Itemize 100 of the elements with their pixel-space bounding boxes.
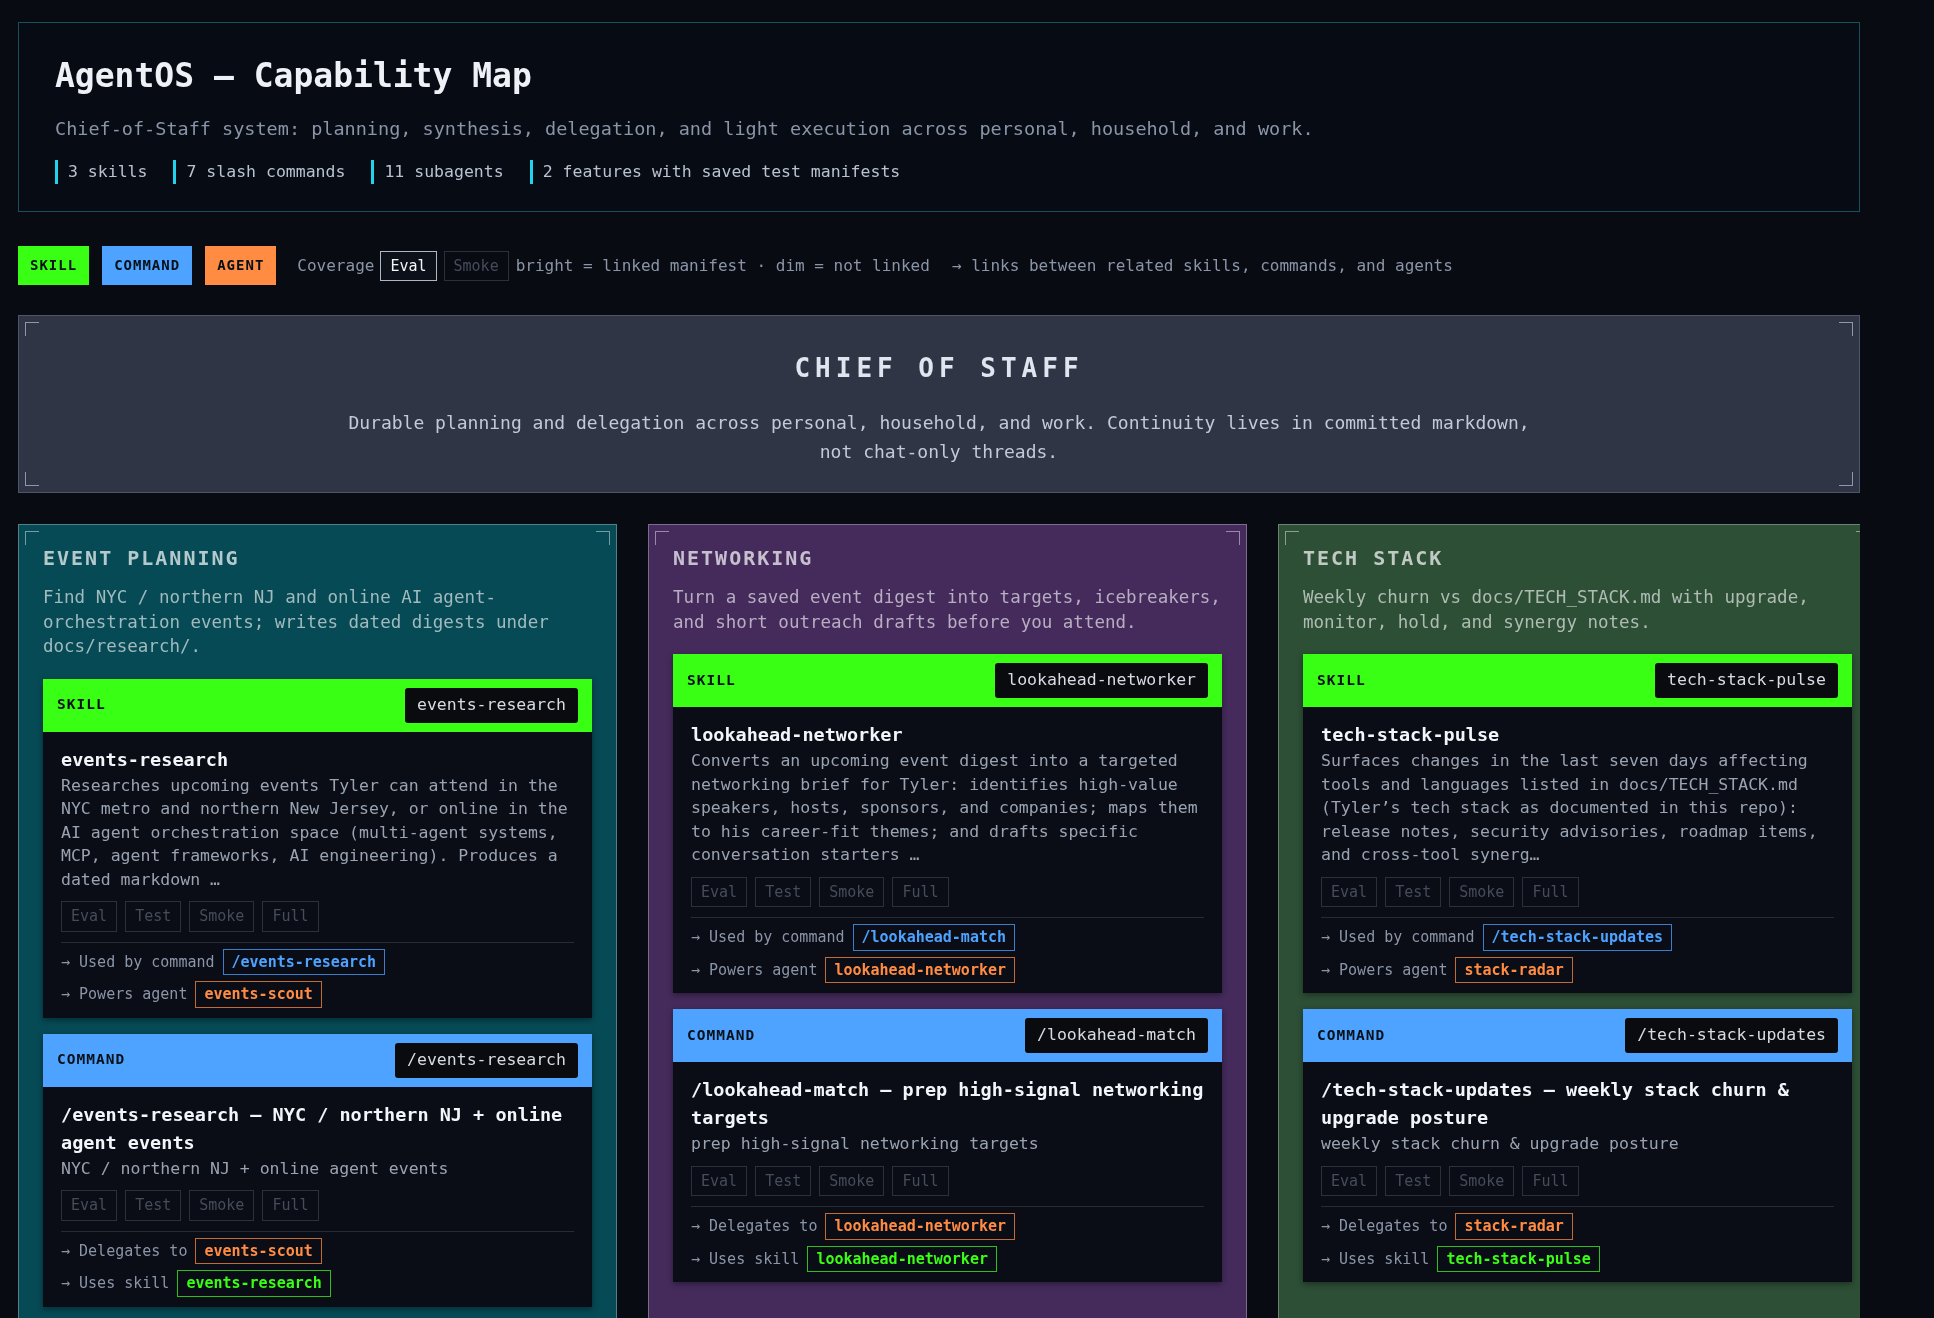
kind-label: SKILL (687, 670, 736, 690)
card-description: weekly stack churn & upgrade posture (1321, 1133, 1680, 1156)
coverage-chip: Test (1385, 876, 1442, 908)
card-title: /lookahead-match — prep high-signal networking targets (691, 1078, 1204, 1131)
coverage-chip: Eval (1321, 876, 1378, 908)
kind-label: COMMAND (1317, 1025, 1386, 1045)
kind-label: COMMAND (57, 1050, 126, 1070)
corner-bracket (25, 472, 39, 487)
link-chip[interactable]: events-research (177, 1270, 331, 1297)
link-chip[interactable]: lookahead-networker (825, 1213, 1016, 1240)
corner-bracket (1285, 531, 1299, 546)
corner-bracket (596, 531, 610, 546)
kind-label: SKILL (57, 695, 106, 715)
column-description: Turn a saved event digest into targets, icebreakers, and short outreach drafts before you attend. (673, 586, 1222, 634)
coverage-chip: Test (125, 1190, 182, 1221)
kind-legend-chip: SKILL (18, 246, 90, 286)
card-description: Researches upcoming events Tyler can attend in the NYC metro and northern New Jersey, or online in the AI agent orchestration space (multi-agent systems, MCP, agent frameworks, AI engineering). Produces a dated markdown … (61, 774, 569, 891)
coverage-chip: Full (892, 1165, 949, 1197)
link-chip[interactable]: stack-radar (1455, 956, 1573, 984)
column-title: NETWORKING (673, 545, 815, 572)
link-label: → Used by command (1321, 927, 1475, 949)
kind-legend-chip: COMMAND (102, 246, 193, 286)
coverage-chip: Full (262, 901, 319, 932)
link-label: → Uses skill (691, 1248, 800, 1270)
link-chip[interactable]: lookahead-networker (825, 956, 1016, 984)
name-tag: events-research (405, 687, 578, 723)
coverage-chip: Smoke (819, 1165, 885, 1197)
link-label: → Uses skill (1321, 1248, 1430, 1270)
column-description: Find NYC / northern NJ and online AI agent-orchestration events; writes dated digests under docs/research/. (43, 586, 550, 659)
coverage-chip: Test (755, 1165, 812, 1197)
name-tag: tech-stack-pulse (1655, 663, 1838, 699)
link-label: → Powers agent (1321, 959, 1448, 981)
coverage-chip: Full (1522, 1165, 1579, 1197)
stat-label: 3 skills (55, 160, 148, 185)
coverage-chip: Test (125, 901, 182, 932)
coverage-chip: Smoke (443, 250, 509, 281)
link-label: → Delegates to (691, 1216, 818, 1238)
coverage-chip: Smoke (819, 876, 885, 908)
coverage-chip: Test (1385, 1165, 1442, 1197)
corner-bracket (25, 531, 39, 546)
stat-label: 11 subagents (371, 160, 504, 185)
coverage-label: Coverage (297, 254, 375, 277)
card-title: lookahead-networker (691, 723, 904, 748)
name-tag: /lookahead-match (1025, 1018, 1208, 1054)
page-subtitle: Chief-of-Staff system: planning, synthesis, delegation, and light execution across personal, household, and work. (55, 116, 1315, 141)
coverage-chip: Smoke (189, 1190, 255, 1221)
link-chip[interactable]: events-scout (195, 1237, 322, 1265)
coverage-chip: Test (755, 876, 812, 908)
name-tag: lookahead-networker (995, 663, 1208, 699)
link-label: → Delegates to (61, 1240, 188, 1262)
corner-bracket (655, 531, 669, 546)
kind-label: COMMAND (687, 1025, 756, 1045)
column-description: Weekly churn vs docs/TECH_STACK.md with upgrade, monitor, hold, and synergy notes. (1303, 586, 1810, 634)
hero-title: CHIEF OF STAFF (793, 352, 1085, 386)
corner-bracket (1839, 472, 1853, 487)
column-title: TECH STACK (1303, 545, 1445, 572)
link-label: → Used by command (691, 927, 845, 949)
link-chip[interactable]: tech-stack-pulse (1437, 1245, 1600, 1273)
coverage-chip: Full (1522, 876, 1579, 908)
hero-text: Durable planning and delegation across personal, household, and work. Continuity lives in committed markdown, not chat-only threads. (347, 411, 1531, 465)
stat-label: 7 slash commands (173, 160, 346, 185)
card-title: tech-stack-pulse (1321, 723, 1501, 748)
coverage-chip: Eval (691, 1165, 748, 1197)
name-tag: /tech-stack-updates (1625, 1018, 1838, 1054)
link-chip[interactable]: /lookahead-match (852, 924, 1016, 951)
coverage-chip: Eval (1321, 1165, 1378, 1197)
name-tag: /events-research (395, 1042, 578, 1078)
link-label: → Used by command (61, 951, 215, 973)
link-label: → Uses skill (61, 1273, 170, 1295)
links-note: → links between related skills, commands, and agents (951, 254, 1453, 277)
coverage-chip: Full (262, 1190, 319, 1221)
card-description: Converts an upcoming event digest into a targeted networking brief for Tyler: identifies high-value speakers, hosts, sponsors, and companies; maps them to his career-fit themes; and drafts specific conversation starters … (691, 750, 1199, 867)
link-chip[interactable]: events-scout (195, 981, 322, 1008)
link-chip[interactable]: /tech-stack-updates (1482, 924, 1673, 951)
link-chip[interactable]: lookahead-networker (807, 1245, 997, 1273)
coverage-chip: Full (892, 876, 949, 908)
page-title: AgentOS — Capability Map (55, 55, 533, 97)
link-label: → Powers agent (691, 959, 818, 981)
column-title: EVENT PLANNING (43, 545, 241, 572)
link-chip[interactable]: /events-research (222, 948, 386, 976)
link-chip[interactable]: stack-radar (1455, 1213, 1573, 1240)
coverage-chip: Smoke (1449, 1165, 1515, 1197)
card-description: NYC / northern NJ + online agent events (61, 1157, 450, 1180)
corner-bracket (1839, 322, 1853, 337)
card-title: events-research (61, 747, 230, 772)
card-title: /events-research — NYC / northern NJ + online agent events (61, 1102, 564, 1155)
corner-bracket (1226, 531, 1240, 546)
kind-legend-chip: AGENT (205, 246, 277, 286)
coverage-chip: Eval (380, 250, 437, 281)
corner-bracket (25, 322, 39, 337)
coverage-chip: Eval (61, 901, 118, 932)
stat-label: 2 features with saved test manifests (529, 160, 901, 185)
card-description: Surfaces changes in the last seven days affecting tools and languages listed in docs/TECH_STACK.md (Tyler’s tech stack as documented in this repo): release notes, security advisories, roadmap items, and cross-tool synerg… (1321, 750, 1819, 867)
link-label: → Delegates to (1321, 1216, 1448, 1238)
kind-label: SKILL (1317, 670, 1366, 690)
coverage-note: bright = linked manifest · dim = not linked (515, 254, 930, 277)
coverage-chip: Smoke (1449, 876, 1515, 908)
card-description: prep high-signal networking targets (691, 1133, 1040, 1156)
link-label: → Powers agent (61, 984, 188, 1006)
coverage-chip: Eval (61, 1190, 118, 1221)
